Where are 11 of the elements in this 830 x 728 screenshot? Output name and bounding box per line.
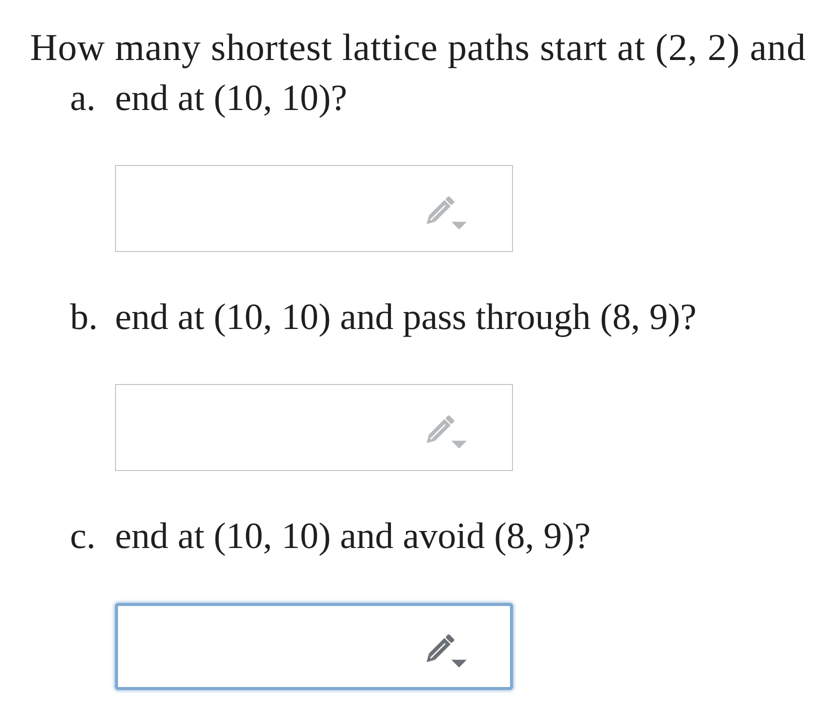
answer-box[interactable] <box>115 165 513 252</box>
question-text: How many shortest lattice paths start at (2, 2) and <box>30 26 807 70</box>
part-question-text: end at (10, 10)? <box>115 77 348 121</box>
part-label: a. <box>70 77 97 121</box>
answer-box[interactable] <box>115 603 513 690</box>
pencil-caret-icon[interactable] <box>426 634 468 668</box>
part-label: b. <box>70 296 99 340</box>
answer-box[interactable] <box>115 384 513 471</box>
part-label: c. <box>70 515 97 559</box>
part-question-text: end at (10, 10) and avoid (8, 9)? <box>115 515 591 559</box>
part-question-text: end at (10, 10) and pass through (8, 9)? <box>115 296 697 340</box>
